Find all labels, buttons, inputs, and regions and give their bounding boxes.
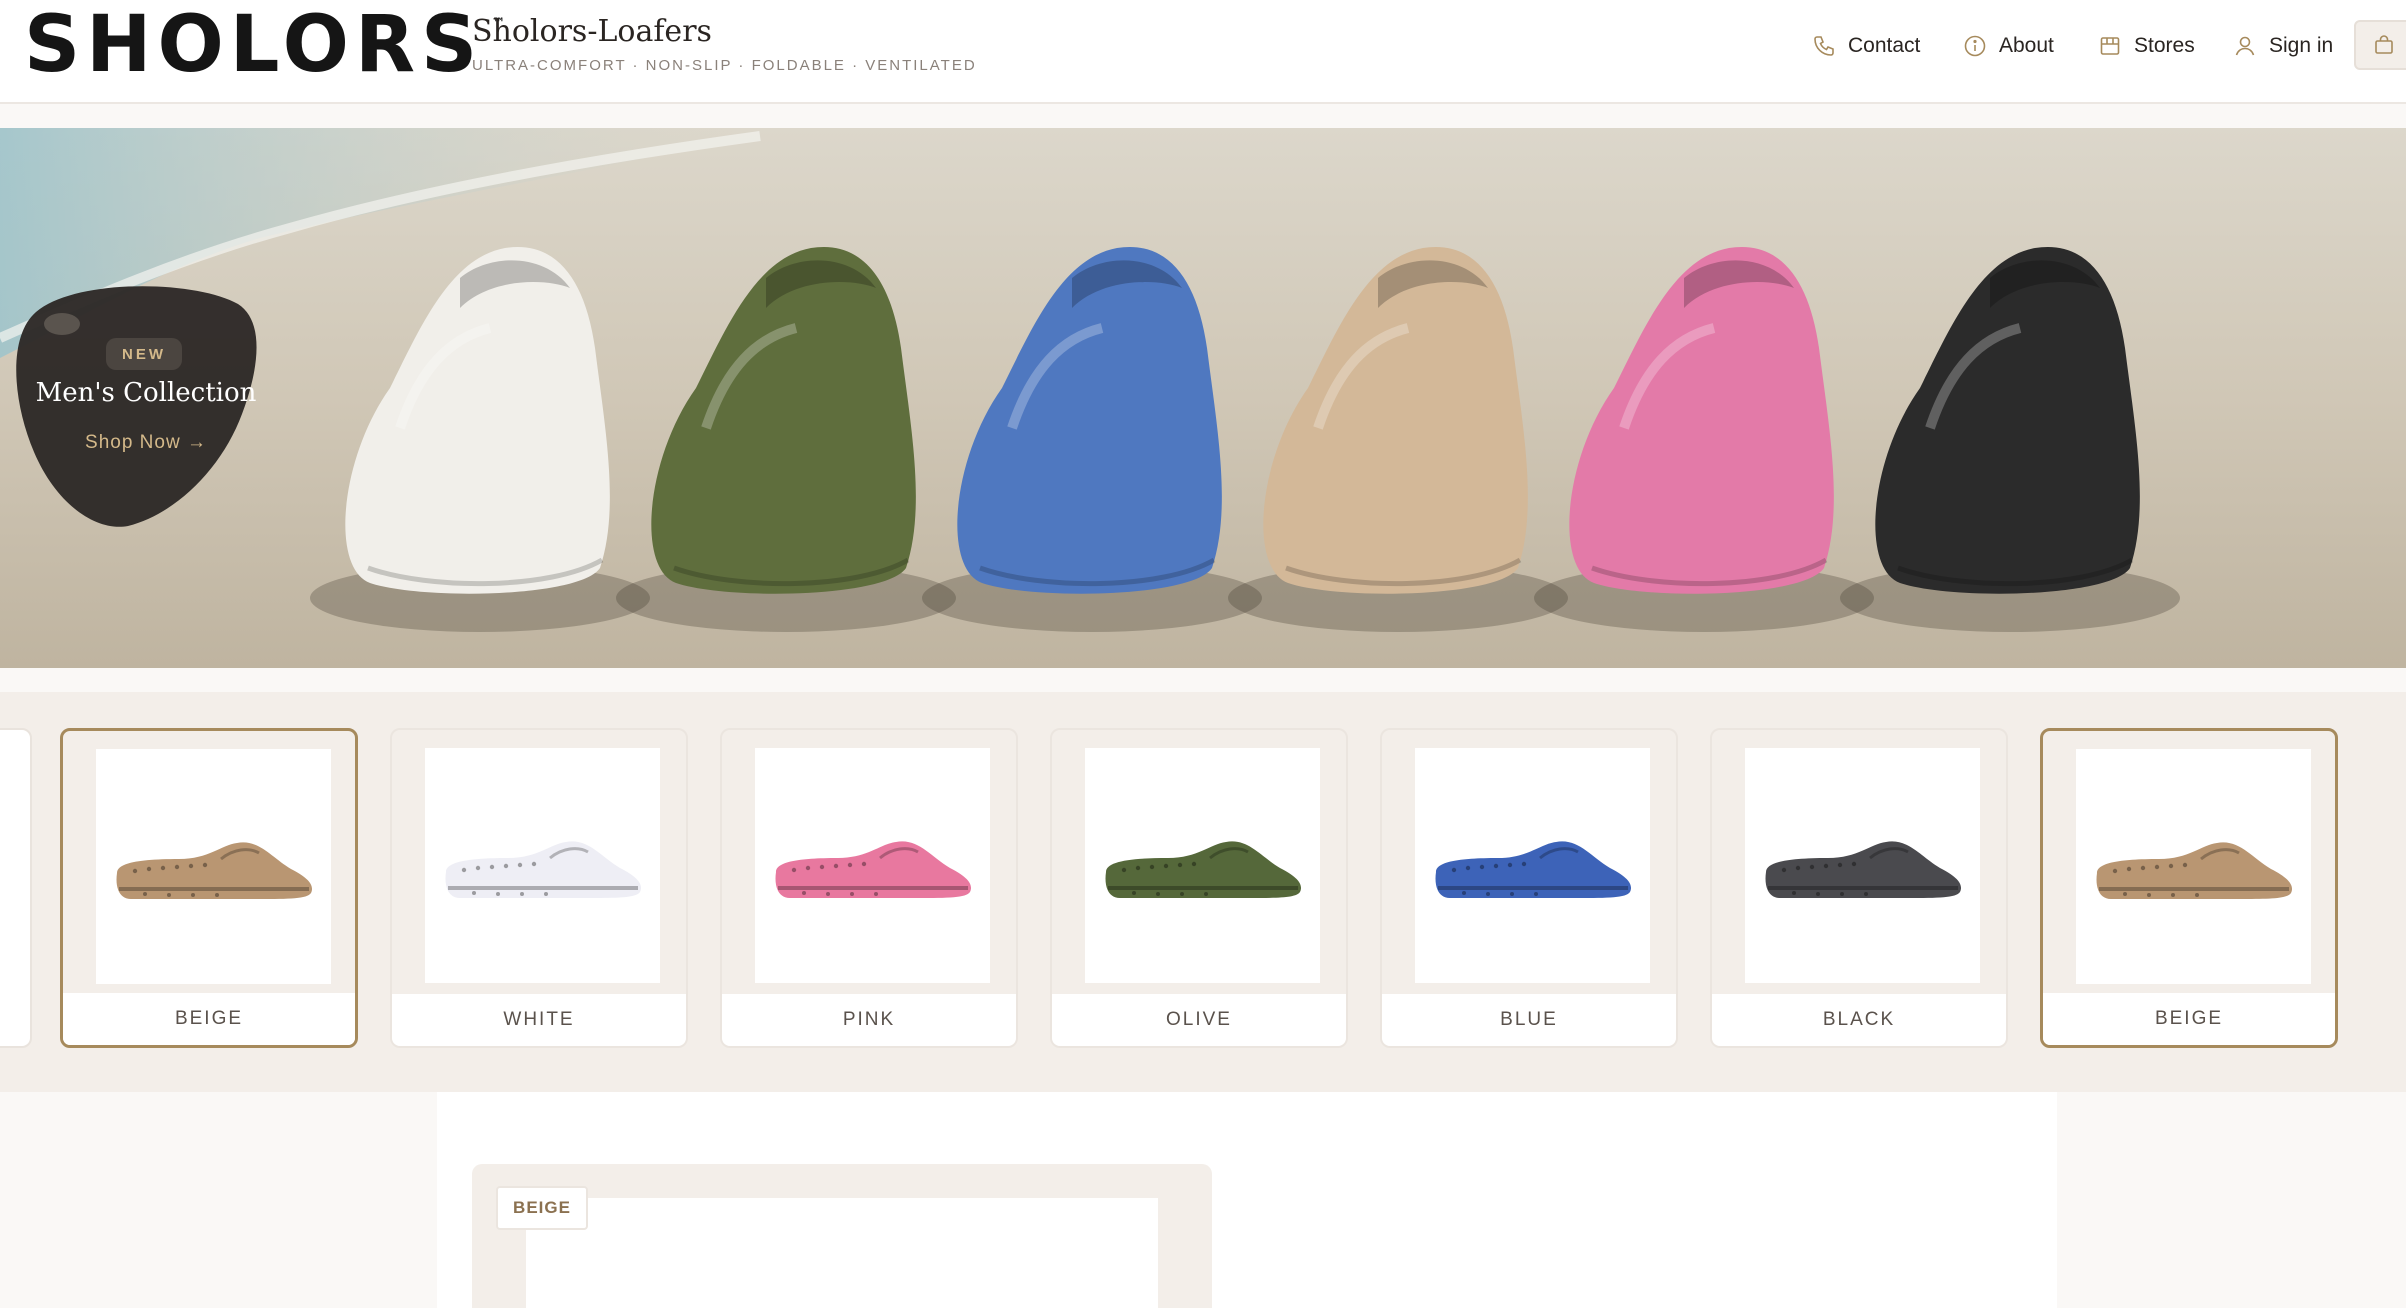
color-swatch-black[interactable]: BLACK (1710, 728, 2008, 1048)
loafer-shoe-icon (445, 840, 641, 898)
info-icon (1964, 35, 1986, 57)
color-swatch-blue[interactable]: BLUE (1380, 728, 1678, 1048)
hero-banner[interactable] (0, 128, 2406, 668)
color-swatch-white[interactable]: WHITE (390, 728, 688, 1048)
color-swatch-olive[interactable]: OLIVE (1050, 728, 1348, 1048)
swatch-label: BLACK (1712, 994, 2006, 1046)
color-swatch-beige[interactable]: BEIGE (60, 728, 358, 1048)
nav-contact-label: Contact (1848, 34, 1921, 57)
swatch-thumbnail (2076, 749, 2311, 984)
swatch-label: WHITE (392, 994, 686, 1046)
nav-stores-link[interactable]: Stores (2098, 28, 2195, 64)
product-preview-image[interactable] (526, 1198, 1158, 1308)
brand-tagline: ULTRA-COMFORT · NON-SLIP · FOLDABLE · VE… (472, 57, 977, 74)
nav-signin-label: Sign in (2269, 34, 2334, 57)
shop-now-link[interactable]: Shop Now → (56, 432, 236, 454)
swatch-label: BEIGE (2043, 993, 2335, 1045)
swatch-label: OLIVE (1052, 994, 1346, 1046)
loafer-shoe-icon (116, 841, 312, 899)
swatch-partial-previous[interactable] (0, 728, 32, 1048)
store-icon (2100, 37, 2120, 55)
swatch-thumbnail (96, 749, 331, 984)
nav-about-label: About (1999, 34, 2054, 57)
user-icon (2235, 36, 2255, 56)
swatch-thumbnail (1415, 748, 1650, 983)
brand-name[interactable]: Sholors-Loafers (472, 14, 712, 49)
color-swatch-beige[interactable]: BEIGE (2040, 728, 2338, 1048)
phone-icon (1814, 36, 1834, 56)
loafer-shoe-icon (775, 840, 971, 898)
loafer-shoe-icon (1105, 840, 1301, 898)
swatch-thumbnail (1085, 748, 1320, 983)
swatch-thumbnail (755, 748, 990, 983)
nav-contact-link[interactable]: Contact (1812, 28, 1920, 64)
nav-signin-link[interactable]: Sign in (2233, 28, 2333, 64)
loafer-shoe-icon (1765, 840, 1961, 898)
hero-image (0, 128, 2406, 668)
swatch-thumbnail (1745, 748, 1980, 983)
nav-about-link[interactable]: About (1963, 28, 2054, 64)
swatch-label: BLUE (1382, 994, 1676, 1046)
new-badge: NEW (106, 338, 182, 370)
promo-title: Men's Collection (35, 378, 257, 408)
logo-wordmark: SHOLORS (24, 0, 484, 90)
site-header: SHOLORS ™ Sholors-Loafers ULTRA-COMFORT … (0, 0, 2406, 104)
swatch-label: BEIGE (63, 993, 355, 1045)
brand-logo[interactable]: SHOLORS ™ (24, 0, 505, 90)
swatch-label: PINK (722, 994, 1016, 1046)
shopping-bag-icon (2375, 35, 2393, 54)
color-swatch-pink[interactable]: PINK (720, 728, 1018, 1048)
selected-color-chip: BEIGE (496, 1186, 588, 1230)
loafer-shoe-icon (1435, 840, 1631, 898)
nav-stores-label: Stores (2134, 34, 2195, 57)
cart-button[interactable] (2354, 20, 2406, 70)
loafer-shoe-icon (2096, 841, 2292, 899)
swatch-thumbnail (425, 748, 660, 983)
color-swatch-carousel[interactable]: BEIGE WHITE PINK OLIVE BLUE BLACK BEIGE (0, 692, 2406, 1092)
